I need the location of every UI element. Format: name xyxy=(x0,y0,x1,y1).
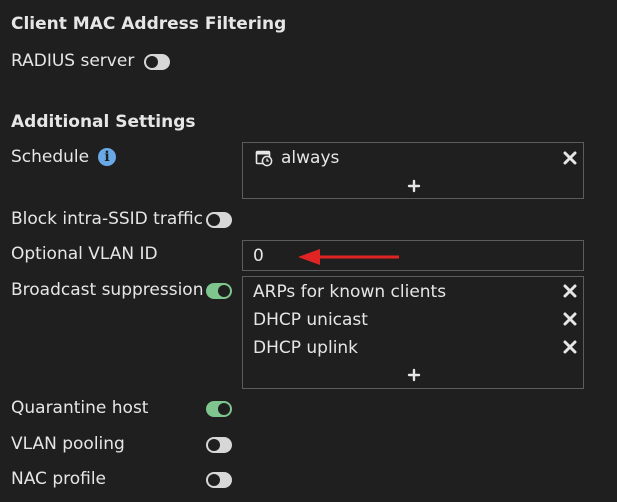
red-arrow-icon xyxy=(298,249,399,265)
suppression-entry-arps: ARPs for known clients xyxy=(253,282,447,302)
nac-profile-toggle[interactable] xyxy=(206,472,232,488)
schedule-label: Schedule xyxy=(11,147,90,167)
quarantine-host-toggle[interactable] xyxy=(206,401,232,417)
schedule-entry: always xyxy=(281,148,340,168)
plus-icon[interactable] xyxy=(407,179,421,193)
block-intra-ssid-toggle[interactable] xyxy=(206,212,232,228)
quarantine-host-label: Quarantine host xyxy=(11,398,149,418)
plus-icon[interactable] xyxy=(407,368,421,382)
broadcast-suppression-list: ARPs for known clients DHCP unicast DHCP… xyxy=(242,276,584,389)
close-icon[interactable] xyxy=(562,283,578,299)
broadcast-suppression-toggle[interactable] xyxy=(206,283,232,299)
schedule-list: always xyxy=(242,142,584,199)
suppression-entry-dhcp-uplink: DHCP uplink xyxy=(253,338,359,358)
suppression-entry-dhcp-unicast: DHCP unicast xyxy=(253,310,368,330)
additional-settings-title: Additional Settings xyxy=(11,112,196,132)
info-icon[interactable]: i xyxy=(98,148,116,166)
broadcast-suppression-label: Broadcast suppression xyxy=(11,280,204,300)
vlan-pooling-toggle[interactable] xyxy=(206,437,232,453)
nac-profile-label: NAC profile xyxy=(11,469,107,489)
calendar-clock-icon xyxy=(255,150,273,167)
mac-filtering-title: Client MAC Address Filtering xyxy=(11,14,287,34)
vlan-id-input[interactable] xyxy=(242,240,584,271)
radius-server-toggle[interactable] xyxy=(144,54,170,70)
block-intra-ssid-label: Block intra-SSID traffic xyxy=(11,209,204,229)
close-icon[interactable] xyxy=(562,339,578,355)
close-icon[interactable] xyxy=(562,311,578,327)
close-icon[interactable] xyxy=(562,150,578,166)
radius-server-label: RADIUS server xyxy=(11,51,135,71)
vlan-pooling-label: VLAN pooling xyxy=(11,434,125,454)
vlan-id-label: Optional VLAN ID xyxy=(11,244,158,264)
